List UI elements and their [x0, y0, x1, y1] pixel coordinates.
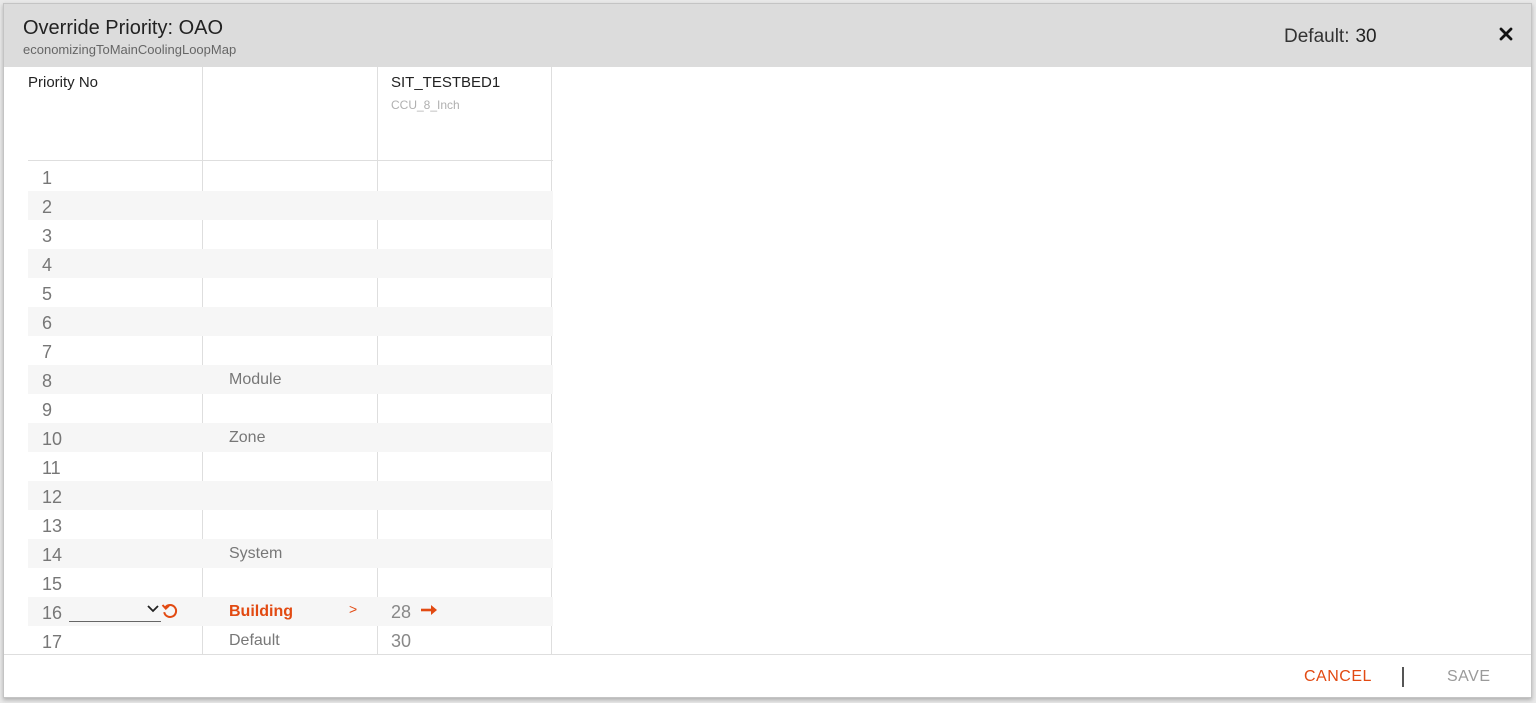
table-row: 5 [28, 278, 553, 307]
dialog-header: Override Priority: OAO economizingToMain… [4, 4, 1531, 67]
level-label-building[interactable]: Building [229, 603, 293, 621]
priority-number: 11 [42, 458, 61, 478]
table-row: 10 Zone [28, 423, 553, 452]
priority-value: 28 [391, 602, 412, 622]
priority-number: 3 [42, 226, 53, 246]
priority-number: 16 [42, 603, 63, 623]
table-row: 2 [28, 191, 553, 220]
table-row: 4 [28, 249, 553, 278]
priority-number: 7 [42, 342, 53, 362]
level-label-system: System [229, 545, 283, 562]
priority-value: 30 [391, 631, 412, 651]
priority-number: 2 [42, 197, 53, 217]
header-divider [28, 160, 553, 161]
override-priority-dialog: Override Priority: OAO economizingToMain… [3, 3, 1532, 698]
table-row: 9 [28, 394, 553, 423]
table-row-active: 16 Building > 28 [28, 597, 553, 626]
priority-number: 9 [42, 400, 53, 420]
dialog-title: Override Priority: OAO [23, 17, 224, 39]
default-display: Default: 30 [1284, 26, 1377, 48]
table-row: 15 [28, 568, 553, 597]
default-value: 30 [1355, 26, 1377, 47]
priority-number: 14 [42, 545, 63, 565]
level-label-module: Module [229, 371, 282, 388]
save-button[interactable]: SAVE [1447, 668, 1491, 686]
close-button[interactable] [1494, 22, 1518, 46]
table-row: 11 [28, 452, 553, 481]
table-row: 1 [28, 162, 553, 191]
table-row: 14 System [28, 539, 553, 568]
priority-number: 13 [42, 516, 63, 536]
priority-number: 6 [42, 313, 53, 333]
table-row: 7 [28, 336, 553, 365]
priority-number: 5 [42, 284, 53, 304]
priority-number: 10 [42, 429, 63, 449]
table-row: 13 [28, 510, 553, 539]
priority-number: 4 [42, 255, 53, 275]
priority-no-header: Priority No [28, 74, 99, 91]
point-subheader: CCU_8_Inch [391, 98, 460, 112]
priority-number: 12 [42, 487, 63, 507]
level-label-default: Default [229, 632, 280, 649]
level-label-zone: Zone [229, 429, 266, 446]
table-row: 3 [28, 220, 553, 249]
override-value-select[interactable] [69, 600, 161, 622]
point-header: SIT_TESTBED1 [391, 74, 501, 91]
table-row: 6 [28, 307, 553, 336]
priority-number: 8 [42, 371, 53, 391]
priority-number: 17 [42, 632, 63, 652]
arrow-right-icon [421, 605, 437, 615]
priority-number: 1 [42, 168, 53, 188]
cancel-button[interactable]: CANCEL [1304, 668, 1372, 686]
button-divider [1402, 667, 1404, 687]
table-row: 8 Module [28, 365, 553, 394]
level-chevron: > [349, 601, 358, 617]
default-label: Default: [1284, 26, 1350, 47]
table-row: 12 [28, 481, 553, 510]
footer-divider [4, 654, 1531, 655]
dialog-subtitle: economizingToMainCoolingLoopMap [23, 42, 237, 57]
close-icon [1499, 27, 1513, 41]
priority-number: 15 [42, 574, 63, 594]
chevron-down-icon [147, 605, 159, 613]
table-row: 17 Default 30 [28, 626, 553, 655]
reset-icon[interactable] [161, 602, 179, 620]
priority-table: 1 2 3 4 5 6 7 8 Module 9 10 Zone 11 12 1… [28, 162, 553, 655]
